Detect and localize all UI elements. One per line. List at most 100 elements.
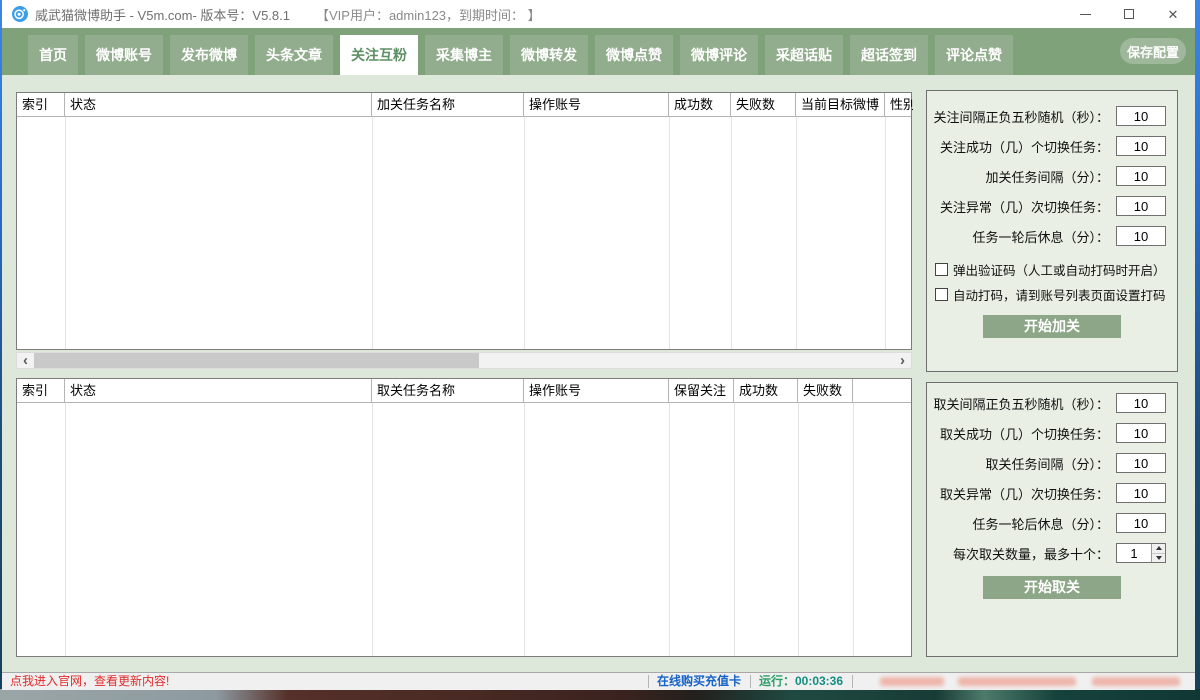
blurred-text <box>880 677 944 686</box>
nav-tab-3[interactable]: 头条文章 <box>255 35 333 75</box>
unfollow-count-input[interactable] <box>1117 544 1151 562</box>
save-config-button[interactable]: 保存配置 <box>1120 38 1186 64</box>
setting-row: 取关间隔正负五秒随机（秒）： <box>927 388 1177 418</box>
setting-label: 取关成功（几）个切换任务： <box>940 424 1109 443</box>
setting-input[interactable] <box>1116 226 1166 246</box>
close-button[interactable]: ✕ <box>1151 0 1195 28</box>
vip-info: 【VIP用户：admin123，到期时间： 】 <box>316 5 541 24</box>
setting-row: 任务一轮后休息（分）： <box>927 508 1177 538</box>
app-logo-icon <box>12 6 28 22</box>
setting-label: 取关间隔正负五秒随机（秒）： <box>933 394 1109 413</box>
nav-tab-5[interactable]: 采集博主 <box>425 35 503 75</box>
start-unfollow-button[interactable]: 开始取关 <box>983 576 1121 599</box>
scroll-right-icon[interactable]: › <box>894 353 911 368</box>
checkbox-label: 自动打码，请到账号列表页面设置打码 <box>953 285 1166 304</box>
column-divider <box>853 403 854 656</box>
setting-row: 关注成功（几）个切换任务： <box>927 131 1177 161</box>
scroll-left-icon[interactable]: ‹ <box>17 353 34 368</box>
nav-tab-label: 发布微博 <box>181 45 237 65</box>
status-divider <box>852 675 853 688</box>
arrow-down-icon <box>1156 556 1162 560</box>
column-header <box>853 379 913 402</box>
nav-tab-11[interactable]: 评论点赞 <box>935 35 1013 75</box>
setting-row: 关注异常（几）次切换任务： <box>927 191 1177 221</box>
nav-tab-label: 微博评论 <box>691 45 747 65</box>
setting-input[interactable] <box>1116 196 1166 216</box>
column-header: 加关任务名称 <box>372 93 524 116</box>
column-divider <box>524 117 525 349</box>
start-follow-button[interactable]: 开始加关 <box>983 315 1121 338</box>
setting-input[interactable] <box>1116 393 1166 413</box>
follow-settings-panel: 关注间隔正负五秒随机（秒）： 关注成功（几）个切换任务： 加关任务间隔（分）： … <box>926 90 1178 372</box>
nav-tab-label: 微博账号 <box>96 45 152 65</box>
window-title: 威武猫微博助手 - V5m.com- 版本号：V5.8.1 <box>35 5 290 24</box>
setting-input[interactable] <box>1116 106 1166 126</box>
column-divider <box>65 403 66 656</box>
follow-table-hscrollbar[interactable]: ‹ › <box>16 352 912 369</box>
nav-tab-8[interactable]: 微博评论 <box>680 35 758 75</box>
spinner-up-button[interactable] <box>1152 544 1165 553</box>
close-icon: ✕ <box>1168 8 1179 21</box>
spinner-down-button[interactable] <box>1152 553 1165 563</box>
status-bar: 点我进入官网，查看更新内容! 在线购买充值卡 运行：00:03:36 <box>2 672 1195 690</box>
run-timer: 运行：00:03:36 <box>750 673 852 690</box>
follow-fields: 关注间隔正负五秒随机（秒）： 关注成功（几）个切换任务： 加关任务间隔（分）： … <box>927 91 1177 251</box>
nav-tab-4[interactable]: 关注互粉 <box>340 35 418 75</box>
unfollow-fields: 取关间隔正负五秒随机（秒）： 取关成功（几）个切换任务： 取关任务间隔（分）： … <box>927 383 1177 538</box>
column-header: 操作账号 <box>524 93 669 116</box>
column-header: 状态 <box>65 93 372 116</box>
nav-tab-label: 微博点赞 <box>606 45 662 65</box>
nav-tab-label: 头条文章 <box>266 45 322 65</box>
checkbox[interactable] <box>935 288 948 301</box>
column-header: 索引 <box>17 379 65 402</box>
setting-input[interactable] <box>1116 136 1166 156</box>
run-label: 运行： <box>759 674 795 688</box>
checkbox[interactable] <box>935 263 948 276</box>
unfollow-count-spinner <box>1116 543 1166 563</box>
column-divider <box>885 117 886 349</box>
unfollow-task-table: 索引状态取关任务名称操作账号保留关注成功数失败数 <box>16 378 912 657</box>
follow-table-header: 索引状态加关任务名称操作账号成功数失败数当前目标微博性别 <box>17 93 911 117</box>
minimize-icon <box>1080 14 1091 15</box>
setting-input[interactable] <box>1116 453 1166 473</box>
column-divider <box>798 403 799 656</box>
scrollbar-thumb[interactable] <box>34 353 479 368</box>
nav-tab-1[interactable]: 微博账号 <box>85 35 163 75</box>
setting-input[interactable] <box>1116 166 1166 186</box>
nav-tab-10[interactable]: 超话签到 <box>850 35 928 75</box>
setting-label: 关注间隔正负五秒随机（秒）： <box>933 107 1109 126</box>
setting-label: 任务一轮后休息（分）： <box>972 227 1109 246</box>
blurred-text <box>1092 677 1180 686</box>
column-header: 当前目标微博 <box>796 93 885 116</box>
setting-input[interactable] <box>1116 513 1166 533</box>
nav-tab-0[interactable]: 首页 <box>28 35 78 75</box>
app-window: 威武猫微博助手 - V5m.com- 版本号：V5.8.1 【VIP用户：adm… <box>2 0 1195 690</box>
setting-label: 关注异常（几）次切换任务： <box>940 197 1109 216</box>
setting-row: 取关异常（几）次切换任务： <box>927 478 1177 508</box>
unfollow-count-label: 每次取关数量，最多十个： <box>953 544 1109 563</box>
nav-tab-7[interactable]: 微博点赞 <box>595 35 673 75</box>
column-divider <box>669 117 670 349</box>
column-divider <box>734 403 735 656</box>
follow-task-table: 索引状态加关任务名称操作账号成功数失败数当前目标微博性别 <box>16 92 912 350</box>
setting-input[interactable] <box>1116 423 1166 443</box>
minimize-button[interactable] <box>1063 0 1107 28</box>
column-header: 成功数 <box>734 379 798 402</box>
setting-row: 任务一轮后休息（分）： <box>927 221 1177 251</box>
setting-label: 取关异常（几）次切换任务： <box>940 484 1109 503</box>
setting-row: 加关任务间隔（分）： <box>927 161 1177 191</box>
window-controls: ✕ <box>1063 0 1195 28</box>
checkbox-label: 弹出验证码（人工或自动打码时开启） <box>953 260 1166 279</box>
official-site-link[interactable]: 点我进入官网，查看更新内容! <box>10 673 169 690</box>
setting-label: 取关任务间隔（分）： <box>985 454 1109 473</box>
nav-tab-9[interactable]: 采超话贴 <box>765 35 843 75</box>
setting-input[interactable] <box>1116 483 1166 503</box>
column-header: 状态 <box>65 379 372 402</box>
desktop-wallpaper <box>0 689 1200 700</box>
nav-tab-6[interactable]: 微博转发 <box>510 35 588 75</box>
buy-card-link[interactable]: 在线购买充值卡 <box>648 673 750 690</box>
nav-tab-2[interactable]: 发布微博 <box>170 35 248 75</box>
checkbox-row: 弹出验证码（人工或自动打码时开启） <box>927 257 1177 282</box>
unfollow-count-row: 每次取关数量，最多十个： <box>927 538 1177 568</box>
maximize-button[interactable] <box>1107 0 1151 28</box>
